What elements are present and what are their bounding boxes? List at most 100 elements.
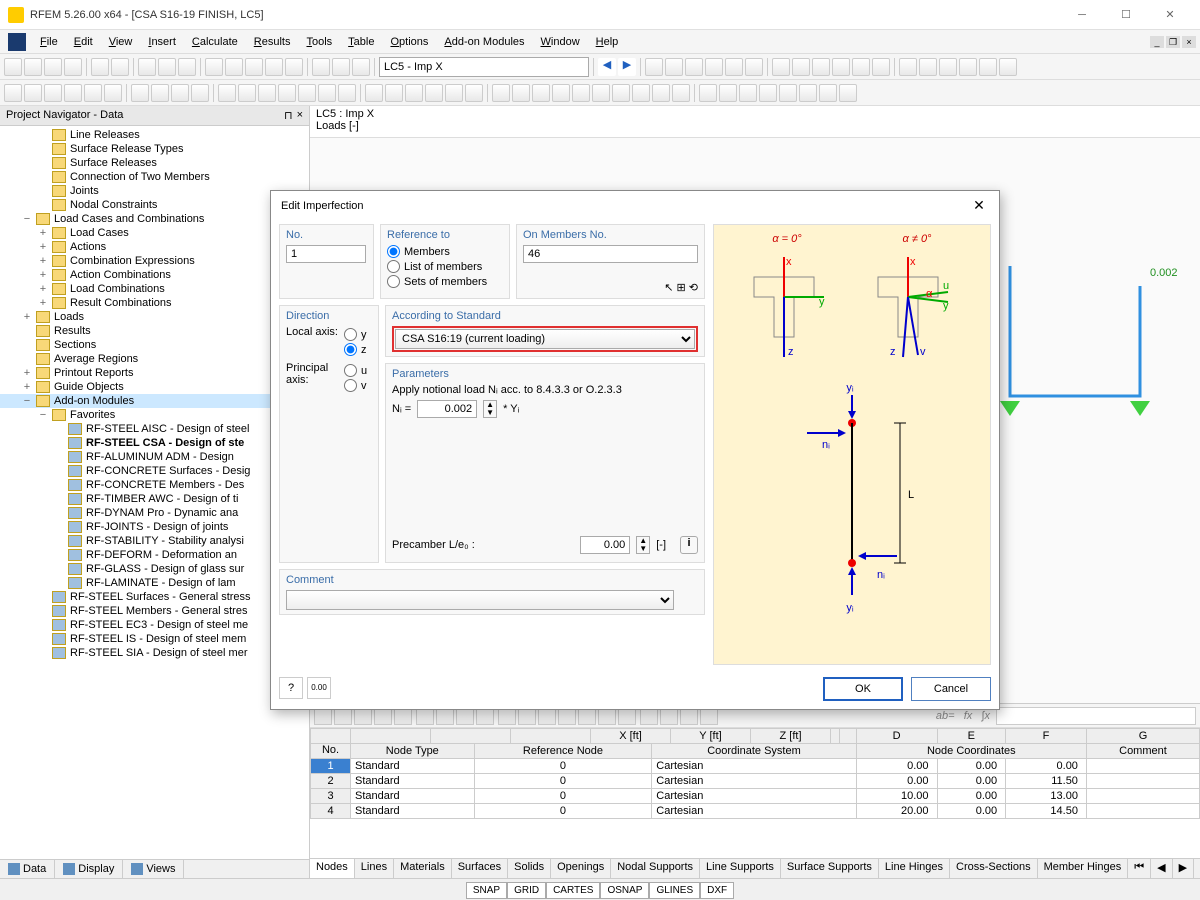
table-tab-openings[interactable]: Openings — [551, 859, 611, 878]
tb-e1[interactable] — [899, 58, 917, 76]
menu-view[interactable]: View — [101, 36, 141, 48]
status-osnap[interactable]: OSNAP — [600, 882, 649, 899]
tb2-40[interactable] — [819, 84, 837, 102]
tree-item[interactable]: Line Releases — [0, 128, 309, 142]
tb-table1[interactable] — [312, 58, 330, 76]
close-button[interactable]: ✕ — [1148, 0, 1192, 30]
tb2-37[interactable] — [759, 84, 777, 102]
info-icon[interactable]: i — [680, 536, 698, 554]
tb2-21[interactable] — [425, 84, 443, 102]
tree-item[interactable]: Sections — [0, 338, 309, 352]
tb-e2[interactable] — [919, 58, 937, 76]
tb2-35[interactable] — [719, 84, 737, 102]
tb2-33[interactable] — [672, 84, 690, 102]
tab-first[interactable]: ⏮ — [1128, 859, 1151, 878]
tb2-23[interactable] — [465, 84, 483, 102]
menu-table[interactable]: Table — [340, 36, 382, 48]
tb2-15[interactable] — [298, 84, 316, 102]
tb2-1[interactable] — [4, 84, 22, 102]
status-snap[interactable]: SNAP — [466, 882, 507, 899]
nav-tab-data[interactable]: Data — [0, 860, 55, 878]
minimize-button[interactable]: ─ — [1060, 0, 1104, 30]
menu-results[interactable]: Results — [246, 36, 299, 48]
dialog-close-button[interactable]: ✕ — [969, 197, 989, 214]
tree-item[interactable]: RF-DYNAM Pro - Dynamic ana — [0, 506, 309, 520]
tab-next[interactable]: ▶ — [1173, 859, 1194, 878]
tb2-5[interactable] — [84, 84, 102, 102]
tb-undo[interactable] — [91, 58, 109, 76]
tree-item[interactable]: +Printout Reports — [0, 366, 309, 380]
tb-r2[interactable] — [665, 58, 683, 76]
table-tab-cross-sections[interactable]: Cross-Sections — [950, 859, 1038, 878]
tb-m4[interactable] — [832, 58, 850, 76]
tb-r1[interactable] — [645, 58, 663, 76]
tree-item[interactable]: RF-STEEL SIA - Design of steel mer — [0, 646, 309, 660]
tab-last[interactable]: ⏭ — [1194, 859, 1200, 878]
ok-button[interactable]: OK — [823, 677, 903, 701]
table-tab-line-hinges[interactable]: Line Hinges — [879, 859, 950, 878]
tb2-20[interactable] — [405, 84, 423, 102]
status-dxf[interactable]: DXF — [700, 882, 734, 899]
tb-next[interactable]: ▶ — [618, 58, 636, 76]
no-input[interactable] — [286, 245, 366, 263]
tb-save[interactable] — [44, 58, 62, 76]
tb2-39[interactable] — [799, 84, 817, 102]
tree-item[interactable]: RF-STEEL Surfaces - General stress — [0, 590, 309, 604]
tree-item[interactable]: RF-STEEL EC3 - Design of steel me — [0, 618, 309, 632]
mdi-restore-button[interactable]: ❐ — [1166, 36, 1180, 48]
tb2-17[interactable] — [338, 84, 356, 102]
tb-copy[interactable] — [158, 58, 176, 76]
tb-table3[interactable] — [352, 58, 370, 76]
nav-tab-display[interactable]: Display — [55, 860, 123, 878]
tree-item[interactable]: RF-GLASS - Design of glass sur — [0, 562, 309, 576]
tb-open[interactable] — [24, 58, 42, 76]
tb2-10[interactable] — [191, 84, 209, 102]
nav-tab-views[interactable]: Views — [123, 860, 184, 878]
status-cartes[interactable]: CARTES — [546, 882, 600, 899]
tb2-13[interactable] — [258, 84, 276, 102]
tb-e4[interactable] — [959, 58, 977, 76]
precamber-spinner[interactable]: ▲▼ — [636, 536, 650, 554]
tb-pan[interactable] — [225, 58, 243, 76]
table-tab-materials[interactable]: Materials — [394, 859, 452, 878]
units-icon[interactable]: 0.00 — [307, 677, 331, 699]
menu-calculate[interactable]: Calculate — [184, 36, 246, 48]
tb-r5[interactable] — [725, 58, 743, 76]
tree-item[interactable]: RF-DEFORM - Deformation an — [0, 548, 309, 562]
tree-item[interactable]: +Loads — [0, 310, 309, 324]
tree-item[interactable]: +Result Combinations — [0, 296, 309, 310]
tb-select[interactable] — [245, 58, 263, 76]
tb2-41[interactable] — [839, 84, 857, 102]
tb2-8[interactable] — [151, 84, 169, 102]
tb-table2[interactable] — [332, 58, 350, 76]
tree-item[interactable]: +Load Combinations — [0, 282, 309, 296]
tree-item[interactable]: +Load Cases — [0, 226, 309, 240]
tb-window[interactable] — [265, 58, 283, 76]
tree-item[interactable]: −Load Cases and Combinations — [0, 212, 309, 226]
table-tab-line-supports[interactable]: Line Supports — [700, 859, 781, 878]
ref-sets-radio[interactable] — [387, 275, 400, 288]
tree-item[interactable]: +Action Combinations — [0, 268, 309, 282]
menu-options[interactable]: Options — [382, 36, 436, 48]
axis-u-radio[interactable] — [344, 364, 357, 377]
tb2-2[interactable] — [24, 84, 42, 102]
precamber-input[interactable] — [580, 536, 630, 554]
tb2-4[interactable] — [64, 84, 82, 102]
menu-tools[interactable]: Tools — [298, 36, 340, 48]
tree-item[interactable]: +Actions — [0, 240, 309, 254]
tb2-29[interactable] — [592, 84, 610, 102]
tb2-28[interactable] — [572, 84, 590, 102]
tb-all[interactable] — [285, 58, 303, 76]
table-row[interactable]: 3Standard0Cartesian10.000.0013.00 — [311, 789, 1200, 804]
pick-clear-icon[interactable]: ⟲ — [689, 281, 698, 294]
tb-e5[interactable] — [979, 58, 997, 76]
maximize-button[interactable]: ☐ — [1104, 0, 1148, 30]
tree-item[interactable]: RF-LAMINATE - Design of lam — [0, 576, 309, 590]
pick-arrow-icon[interactable]: ↖ — [664, 281, 673, 294]
menu-edit[interactable]: Edit — [66, 36, 101, 48]
tree-item[interactable]: RF-JOINTS - Design of joints — [0, 520, 309, 534]
menu-help[interactable]: Help — [588, 36, 627, 48]
tb2-31[interactable] — [632, 84, 650, 102]
tree-item[interactable]: RF-ALUMINUM ADM - Design — [0, 450, 309, 464]
table-tab-lines[interactable]: Lines — [355, 859, 394, 878]
